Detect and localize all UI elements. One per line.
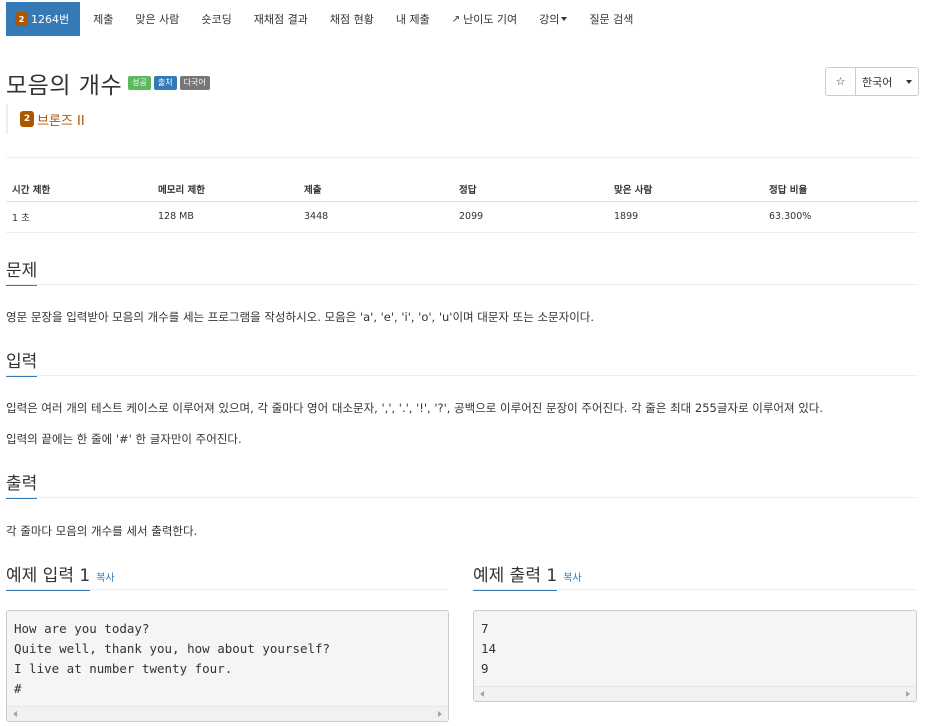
header-memory-limit: 메모리 제한 [152, 177, 298, 202]
problem-title-row: 모음의 개수 성공 출처 다국어 [6, 66, 210, 100]
input-description-end: 입력의 끝에는 한 줄에 '#' 한 글자만이 주어진다. [6, 432, 242, 446]
problem-nav: 2 1264번 제출 맞은 사람 숏코딩 재채점 결과 채점 현황 내 제출 ↗… [6, 2, 644, 36]
time-limit-value: 1 초 [6, 201, 152, 233]
input-section-header: 입력 [6, 347, 38, 377]
label-success: 성공 [128, 75, 151, 91]
table-header-row: 시간 제한 메모리 제한 제출 정답 맞은 사람 정답 비율 [6, 177, 918, 202]
sample-input-box[interactable]: How are you today? Quite well, thank you… [6, 610, 449, 722]
sample-input-header: 예제 입력 1 복사 [6, 561, 115, 591]
output-description: 각 줄마다 모음의 개수를 세서 출력한다. [6, 524, 198, 538]
table-row: 1 초 128 MB 3448 2099 1899 63.300% [6, 201, 918, 233]
submissions-value: 3448 [298, 201, 453, 233]
copy-sample-output-button[interactable]: 복사 [563, 569, 581, 591]
section-divider [6, 497, 918, 498]
input-description: 입력은 여러 개의 테스트 케이스로 이루어져 있으며, 각 줄마다 영어 대소… [6, 401, 824, 415]
sample-output-box[interactable]: 7 14 9 [473, 610, 917, 702]
nav-short-coding[interactable]: 숏코딩 [190, 2, 242, 36]
page-title: 모음의 개수 [6, 73, 123, 99]
label-source[interactable]: 출처 [153, 75, 177, 91]
problem-section-title: 문제 [6, 256, 38, 286]
tier-icon: 2 [15, 12, 28, 26]
header-accepted-users: 맞은 사람 [608, 177, 763, 202]
nav-difficulty-contribution[interactable]: ↗ 난이도 기여 [441, 2, 529, 36]
accepted-users-value: 1899 [608, 201, 763, 233]
favorite-button[interactable]: ☆ [825, 67, 856, 96]
sample-output-text: 7 14 9 [481, 621, 497, 676]
problem-description: 영문 문장을 입력받아 모음의 개수를 세는 프로그램을 작성하시오. 모음은 … [6, 310, 595, 324]
nav-judge-status[interactable]: 채점 현황 [319, 2, 385, 36]
horizontal-scrollbar[interactable] [7, 706, 448, 721]
nav-lecture-label: 강의 [539, 13, 560, 26]
sample-input-text: How are you today? Quite well, thank you… [14, 621, 331, 696]
horizontal-scrollbar[interactable] [474, 686, 916, 701]
sample-output-title: 예제 출력 1 [473, 561, 558, 591]
external-link-icon: ↗ [451, 13, 461, 25]
input-section-title: 입력 [6, 347, 38, 377]
nav-my-submissions[interactable]: 내 제출 [385, 2, 441, 36]
scroll-right-icon[interactable] [906, 691, 910, 697]
nav-accepted-users[interactable]: 맞은 사람 [124, 2, 190, 36]
language-dropdown[interactable]: 한국어 [856, 67, 919, 96]
language-label: 한국어 [862, 75, 893, 89]
nav-submit[interactable]: 제출 [80, 2, 124, 36]
header-correct: 정답 [453, 177, 608, 202]
header-ratio: 정답 비율 [763, 177, 918, 202]
nav-question-search[interactable]: 질문 검색 [578, 2, 644, 36]
problem-tier: 2 브론즈 II [6, 104, 85, 134]
nav-rejudge-results[interactable]: 재채점 결과 [243, 2, 319, 36]
output-section-header: 출력 [6, 469, 38, 499]
correct-value: 2099 [453, 201, 608, 233]
output-section-title: 출력 [6, 469, 38, 499]
header-time-limit: 시간 제한 [6, 177, 152, 202]
memory-limit-value: 128 MB [152, 201, 298, 233]
scroll-left-icon[interactable] [13, 711, 17, 717]
label-multilingual: 다국어 [179, 75, 210, 91]
section-divider [6, 375, 918, 376]
caret-down-icon [561, 17, 568, 21]
nav-problem-number-label: 1264번 [31, 13, 70, 26]
divider [6, 157, 918, 158]
ratio-value: 63.300% [763, 201, 918, 233]
problem-section-header: 문제 [6, 256, 38, 286]
nav-difficulty-label: 난이도 기여 [463, 13, 518, 26]
caret-down-icon [906, 79, 912, 84]
nav-lecture-dropdown[interactable]: 강의 [528, 2, 578, 36]
sample-output-header: 예제 출력 1 복사 [473, 561, 582, 591]
sample-input-title: 예제 입력 1 [6, 561, 91, 591]
title-actions: ☆ 한국어 [825, 67, 919, 96]
star-icon: ☆ [835, 75, 846, 88]
scroll-right-icon[interactable] [438, 711, 442, 717]
nav-problem-number[interactable]: 2 1264번 [6, 2, 81, 36]
section-divider [6, 284, 918, 285]
header-submissions: 제출 [298, 177, 453, 202]
tier-label[interactable]: 브론즈 II [37, 110, 85, 129]
problem-info-table: 시간 제한 메모리 제한 제출 정답 맞은 사람 정답 비율 1 초 128 M… [6, 177, 918, 233]
scroll-left-icon[interactable] [480, 691, 484, 697]
tier-icon: 2 [20, 111, 34, 127]
copy-sample-input-button[interactable]: 복사 [96, 569, 114, 591]
